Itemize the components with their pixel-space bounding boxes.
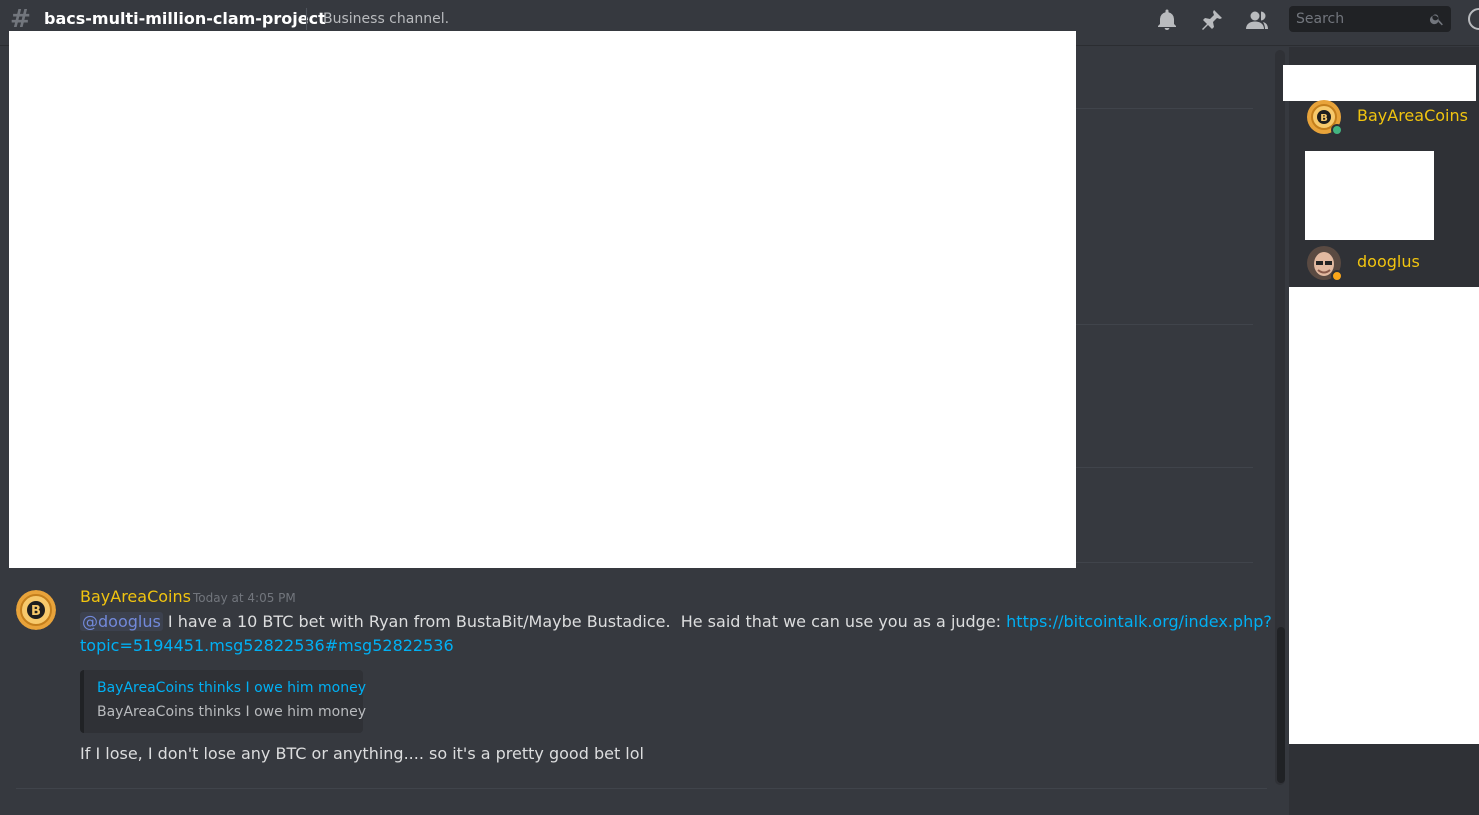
- bell-icon[interactable]: [1155, 8, 1179, 32]
- link-embed: BayAreaCoins thinks I owe him money BayA…: [80, 670, 366, 733]
- message-divider: [16, 788, 1267, 789]
- member-name: BayAreaCoins: [1357, 106, 1468, 125]
- svg-text:B: B: [31, 604, 41, 619]
- avatar[interactable]: B: [16, 590, 56, 630]
- message-link[interactable]: topic=5194451.msg52822536#msg52822536: [80, 636, 454, 655]
- avatar: [1307, 246, 1343, 282]
- members-icon[interactable]: [1245, 8, 1269, 32]
- message-text-line: @dooglus I have a 10 BTC bet with Ryan f…: [80, 612, 1272, 631]
- hash-icon: #: [10, 4, 31, 33]
- user-mention[interactable]: @dooglus: [80, 612, 163, 631]
- channel-topic[interactable]: Business channel.: [323, 11, 449, 27]
- member-item[interactable]: dooglus: [1307, 246, 1477, 286]
- redacted-region: [1305, 151, 1434, 240]
- message-timestamp: Today at 4:05 PM: [193, 591, 296, 605]
- message-link[interactable]: https://bitcointalk.org/index.php?: [1006, 612, 1272, 631]
- message-text-line: topic=5194451.msg52822536#msg52822536: [80, 636, 454, 655]
- search-box[interactable]: [1289, 6, 1451, 32]
- search-input[interactable]: [1289, 6, 1429, 32]
- redacted-region: [1289, 287, 1479, 744]
- help-icon[interactable]: [1468, 8, 1479, 30]
- header-divider: [306, 8, 307, 30]
- channel-name: bacs-multi-million-clam-project: [44, 9, 326, 28]
- pin-icon[interactable]: [1200, 8, 1224, 32]
- embed-title[interactable]: BayAreaCoins thinks I owe him money: [97, 680, 366, 696]
- member-name: dooglus: [1357, 252, 1420, 271]
- redacted-region: [1283, 65, 1476, 101]
- search-icon[interactable]: [1429, 11, 1445, 27]
- member-item[interactable]: B BayAreaCoins: [1307, 100, 1477, 140]
- idle-status-icon: [1331, 270, 1343, 282]
- message-followup: If I lose, I don't lose any BTC or anyth…: [80, 744, 644, 763]
- message-text: I have a 10 BTC bet with Ryan from Busta…: [162, 612, 1007, 631]
- avatar: B: [1307, 100, 1343, 136]
- scrollbar-thumb[interactable]: [1277, 627, 1285, 783]
- message-author[interactable]: BayAreaCoins: [80, 587, 191, 606]
- svg-text:B: B: [1320, 113, 1328, 124]
- redacted-region: [9, 31, 1076, 568]
- embed-description: BayAreaCoins thinks I owe him money: [97, 704, 366, 720]
- online-status-icon: [1331, 124, 1343, 136]
